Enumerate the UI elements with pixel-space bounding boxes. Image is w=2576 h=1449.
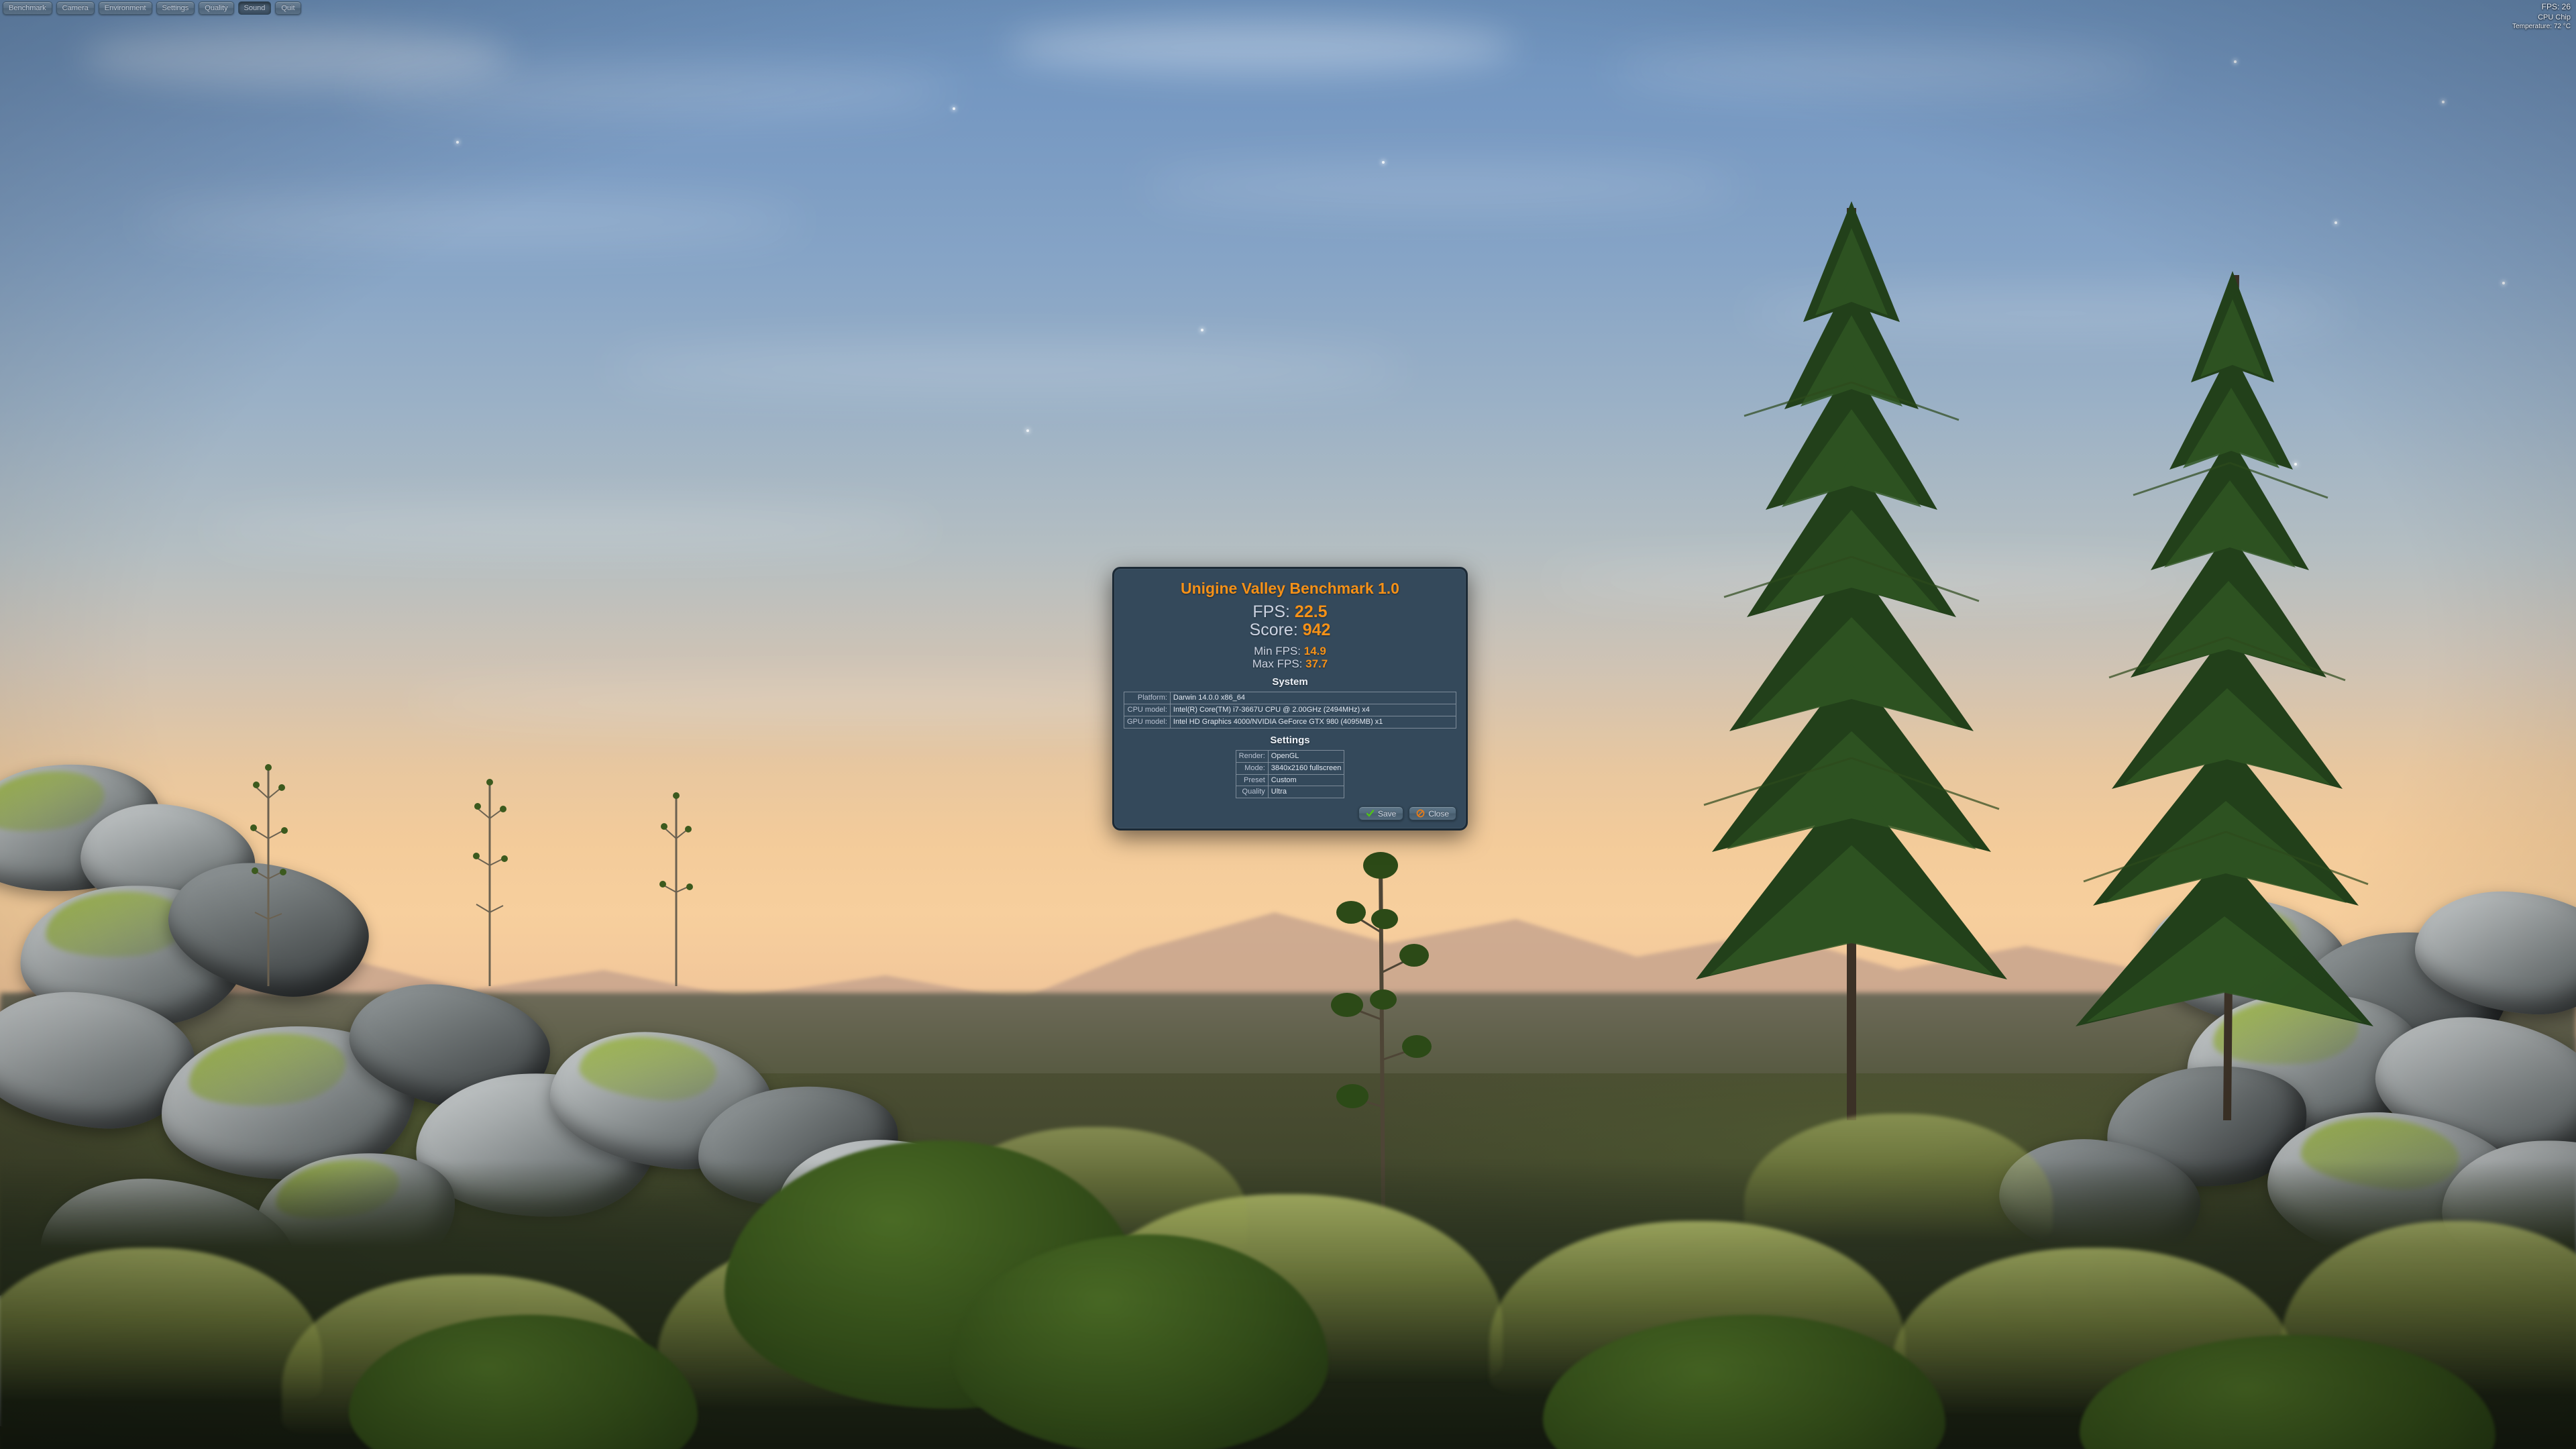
- toolbar-button-environment[interactable]: Environment: [98, 1, 152, 15]
- settings-info-table: Render: OpenGL Mode: 3840x2160 fullscreen Pr…: [1235, 749, 1345, 799]
- score-stat: Score: 942: [1124, 621, 1456, 639]
- score-label: Score:: [1249, 621, 1298, 639]
- dead-sapling: [657, 785, 695, 986]
- no-entry-icon: [1416, 809, 1425, 818]
- dialog-button-row: Save Close: [1124, 806, 1456, 821]
- cloud: [1140, 168, 1744, 205]
- settings-heading: Settings: [1270, 734, 1310, 746]
- system-row: GPU model: Intel HD Graphics 4000/NVIDIA …: [1124, 716, 1457, 729]
- fps-stat: FPS: 22.5: [1124, 603, 1456, 621]
- toolbar-button-quit[interactable]: Quit: [275, 1, 301, 15]
- toolbar-button-settings[interactable]: Settings: [156, 1, 195, 15]
- system-row-value: Intel(R) Core(TM) i7-3667U CPU @ 2.00GHz…: [1169, 704, 1457, 717]
- benchmark-results-dialog: Unigine Valley Benchmark 1.0 FPS: 22.5 S…: [1112, 567, 1468, 831]
- system-row-key: GPU model:: [1124, 716, 1171, 729]
- settings-row: Quality Ultra: [1235, 786, 1345, 799]
- system-row: Platform: Darwin 14.0.0 x86_64: [1124, 692, 1457, 705]
- cloud: [201, 510, 939, 547]
- settings-row-key: Quality: [1235, 786, 1269, 799]
- fps-value: 22.5: [1294, 602, 1328, 621]
- settings-row-key: Preset: [1235, 773, 1269, 787]
- close-button[interactable]: Close: [1409, 806, 1456, 821]
- fps-label: FPS:: [1252, 602, 1290, 621]
- min-fps-label: Min FPS:: [1254, 645, 1301, 657]
- dead-sapling: [470, 771, 510, 986]
- settings-row-key: Mode:: [1235, 761, 1269, 775]
- toolbar-button-benchmark[interactable]: Benchmark: [3, 1, 52, 15]
- system-row: CPU model: Intel(R) Core(TM) i7-3667U CPU…: [1124, 704, 1457, 717]
- star: [2442, 101, 2445, 103]
- star: [456, 141, 459, 144]
- cloud: [349, 67, 953, 114]
- save-button[interactable]: Save: [1358, 806, 1404, 821]
- young-sapling: [1328, 839, 1436, 1214]
- hud-sensor-label: CPU Chip: [2538, 13, 2571, 21]
- conifer-tree: [2053, 248, 2402, 1120]
- max-fps-label: Max FPS:: [1252, 657, 1303, 670]
- system-info-table: Platform: Darwin 14.0.0 x86_64 CPU model: I…: [1124, 692, 1457, 729]
- conifer-tree: [1664, 181, 2039, 1120]
- cloud: [1006, 20, 1516, 74]
- settings-row-value: Ultra: [1267, 786, 1345, 799]
- star: [1382, 161, 1385, 164]
- min-fps-stat: Min FPS: 14.9: [1124, 645, 1456, 658]
- performance-hud: FPS: 26 CPU Chip Temperature: 72 °C: [2512, 2, 2571, 31]
- star: [1026, 429, 1029, 432]
- settings-row: Render: OpenGL: [1235, 749, 1345, 763]
- toolbar-button-quality[interactable]: Quality: [199, 1, 234, 15]
- star: [1201, 329, 1203, 331]
- save-button-label: Save: [1377, 808, 1397, 818]
- settings-row-value: 3840x2160 fullscreen: [1267, 761, 1345, 775]
- settings-table-wrapper: Render: OpenGL Mode: 3840x2160 fullscreen Pr…: [1124, 749, 1456, 799]
- score-value: 942: [1302, 621, 1331, 639]
- hud-temperature-text: Temperature: 72 °C: [2512, 22, 2571, 30]
- close-button-label: Close: [1428, 808, 1449, 818]
- settings-row-value: OpenGL: [1267, 749, 1345, 763]
- hud-fps-text: FPS: 26: [2541, 2, 2571, 11]
- star: [2234, 60, 2237, 63]
- star: [2502, 282, 2505, 284]
- toolbar-button-sound[interactable]: Sound: [237, 1, 272, 15]
- toolbar-button-camera[interactable]: Camera: [56, 1, 95, 15]
- star: [953, 107, 955, 110]
- system-heading: System: [1272, 676, 1308, 688]
- system-row-value: Darwin 14.0.0 x86_64: [1169, 692, 1457, 705]
- min-fps-value: 14.9: [1303, 645, 1326, 657]
- checkmark-icon: [1366, 810, 1375, 817]
- system-row-value: Intel HD Graphics 4000/NVIDIA GeForce GT…: [1169, 716, 1457, 729]
- dialog-title: Unigine Valley Benchmark 1.0: [1181, 580, 1399, 597]
- settings-row: Mode: 3840x2160 fullscreen: [1235, 761, 1345, 775]
- cloud: [1610, 47, 2160, 91]
- system-row-key: Platform:: [1124, 692, 1171, 705]
- top-toolbar: Benchmark Camera Environment Settings Qualit…: [3, 1, 301, 15]
- settings-row-value: Custom: [1267, 773, 1345, 787]
- settings-row-key: Render:: [1235, 749, 1269, 763]
- cloud: [134, 201, 805, 241]
- star: [2334, 221, 2337, 224]
- cloud: [604, 349, 1409, 389]
- system-row-key: CPU model:: [1124, 704, 1171, 717]
- max-fps-value: 37.7: [1305, 657, 1328, 670]
- settings-row: Preset Custom: [1235, 773, 1345, 787]
- max-fps-stat: Max FPS: 37.7: [1124, 657, 1456, 671]
- dead-sapling: [248, 758, 288, 986]
